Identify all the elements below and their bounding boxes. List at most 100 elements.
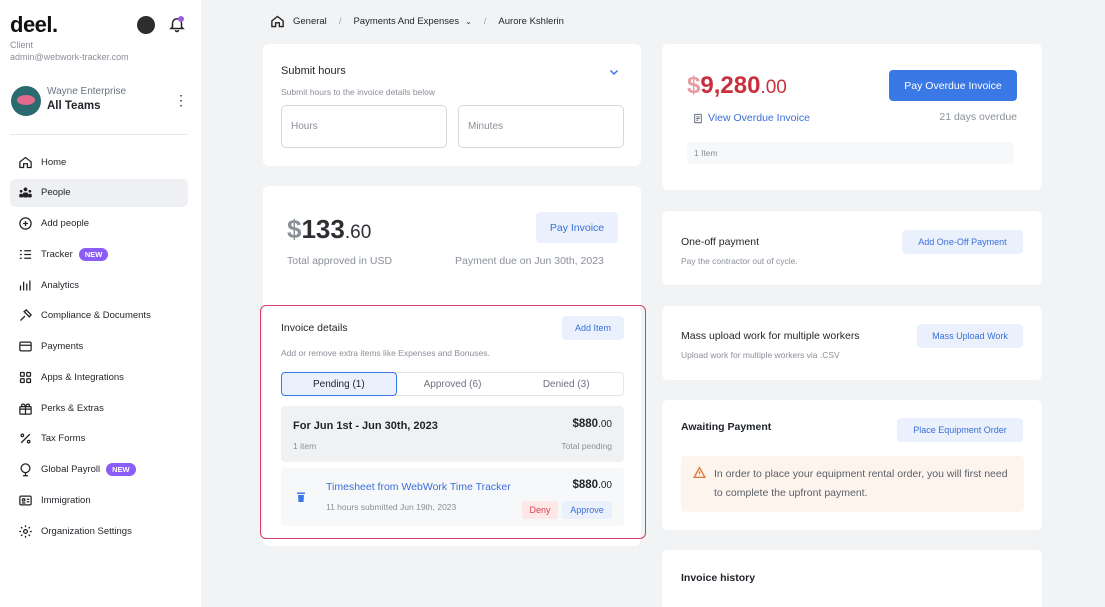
compliance-icon [17, 308, 33, 324]
chevron-down-icon[interactable]: ⌄ [465, 17, 472, 26]
bar-chart-icon [17, 277, 33, 293]
sidebar-item-tracker[interactable]: Tracker NEW [10, 240, 188, 268]
sidebar-item-add-people[interactable]: Add people [10, 210, 188, 238]
overdue-amount-whole: 9,280 [700, 72, 761, 99]
invoice-history-card: Invoice history [662, 550, 1042, 607]
warning-box: In order to place your equipment rental … [681, 456, 1024, 512]
sidebar-item-label: Global Payroll [41, 464, 101, 475]
breadcrumb: General / Payments And Expenses ⌄ / Auro… [270, 13, 564, 29]
place-equipment-order-button[interactable]: Place Equipment Order [897, 418, 1023, 442]
breadcrumb-payments[interactable]: Payments And Expenses [353, 16, 459, 27]
sidebar-item-people[interactable]: People [10, 178, 188, 207]
mass-upload-subtitle: Upload work for multiple workers via .CS… [681, 350, 840, 360]
minutes-input[interactable] [468, 121, 623, 132]
team-company: Wayne Enterprise [47, 86, 127, 97]
invoice-amount-whole: 133 [301, 214, 345, 244]
gift-icon [17, 400, 33, 416]
chevron-down-icon[interactable] [608, 66, 620, 78]
overdue-total: $9,280.00 [687, 72, 787, 100]
sidebar-item-org-settings[interactable]: Organization Settings [10, 517, 188, 545]
team-avatar[interactable] [11, 86, 41, 116]
home-icon[interactable] [270, 14, 285, 29]
one-off-subtitle: Pay the contractor out of cycle. [681, 256, 798, 266]
minutes-input-wrapper [458, 105, 624, 148]
overdue-amount-cents: .00 [760, 77, 787, 98]
payment-due-label: Payment due on Jun 30th, 2023 [455, 255, 604, 267]
home-icon [17, 154, 33, 170]
people-icon [17, 185, 33, 201]
total-approved-label: Total approved in USD [287, 255, 393, 267]
account-email: admin@webwork-tracker.com [10, 52, 129, 62]
one-off-title: One-off payment [681, 236, 760, 248]
breadcrumb-general[interactable]: General [293, 16, 327, 27]
warning-icon [693, 466, 706, 479]
percent-icon [17, 431, 33, 447]
sidebar-item-label: Tax Forms [41, 433, 86, 445]
currency-symbol: $ [287, 214, 302, 244]
sidebar-item-tax-forms[interactable]: Tax Forms [10, 425, 188, 453]
overdue-items-count: 1 Item [694, 148, 718, 158]
sidebar-item-analytics[interactable]: Analytics [10, 271, 188, 299]
new-badge: NEW [78, 247, 109, 261]
deel-logo[interactable]: deel. [10, 12, 58, 38]
hours-input[interactable] [291, 121, 446, 132]
sidebar-item-label: Apps & Integrations [41, 371, 124, 383]
account-role: Client [10, 40, 34, 50]
sidebar-item-label: People [41, 187, 71, 199]
id-card-icon [17, 492, 33, 508]
pay-overdue-button[interactable]: Pay Overdue Invoice [889, 70, 1017, 101]
sidebar-item-label: Compliance & Documents [41, 310, 151, 322]
sidebar-item-payments[interactable]: Payments [10, 333, 188, 361]
pay-invoice-button[interactable]: Pay Invoice [536, 212, 618, 243]
hours-input-wrapper [281, 105, 447, 148]
sidebar-item-apps[interactable]: Apps & Integrations [10, 363, 188, 391]
sidebar-item-label: Tracker [41, 248, 73, 260]
sidebar-nav: Home People Add people Tracker NEW Analy… [10, 148, 188, 548]
view-overdue-link[interactable]: View Overdue Invoice [708, 112, 810, 124]
overdue-card: $9,280.00 View Overdue Invoice 21 days o… [662, 44, 1042, 190]
credit-card-icon [17, 339, 33, 355]
overdue-days: 21 days overdue [939, 111, 1017, 123]
awaiting-title: Awaiting Payment [681, 421, 772, 433]
invoice-history-title: Invoice history [681, 572, 756, 584]
invoice-details-highlight [260, 305, 646, 539]
mass-upload-title: Mass upload work for multiple workers [681, 330, 860, 342]
sidebar: deel. Client admin@webwork-tracker.com W… [0, 0, 201, 607]
sidebar-item-label: Payments [41, 341, 84, 352]
add-circle-icon [17, 216, 33, 232]
breadcrumb-separator: / [483, 15, 487, 27]
add-one-off-button[interactable]: Add One-Off Payment [902, 230, 1023, 254]
invoice-total: $133.60 [287, 214, 371, 245]
breadcrumb-current: Aurore Kshlerin [498, 15, 564, 27]
submit-hours-title: Submit hours [281, 65, 346, 77]
sidebar-item-label: Add people [41, 218, 90, 229]
submit-hours-subtitle: Submit hours to the invoice details belo… [281, 87, 436, 97]
sidebar-item-label: Immigration [41, 494, 91, 506]
team-name[interactable]: All Teams [47, 100, 100, 112]
sidebar-item-immigration[interactable]: Immigration [10, 486, 188, 514]
sidebar-item-label: Perks & Extras [41, 402, 104, 414]
apps-grid-icon [17, 369, 33, 385]
breadcrumb-separator: / [338, 15, 342, 27]
gear-icon [17, 523, 33, 539]
currency-symbol: $ [687, 72, 701, 99]
team-menu-icon[interactable]: ⋮ [174, 93, 188, 107]
sidebar-item-compliance[interactable]: Compliance & Documents [10, 302, 188, 330]
mass-upload-button[interactable]: Mass Upload Work [917, 324, 1023, 348]
tracker-list-icon [17, 246, 33, 262]
document-icon [694, 113, 702, 124]
sidebar-item-label: Home [41, 156, 67, 168]
overdue-items-row: 1 Item [687, 142, 1014, 164]
user-avatar[interactable] [137, 16, 155, 34]
sidebar-item-perks[interactable]: Perks & Extras [10, 394, 188, 422]
warning-text: In order to place your equipment rental … [714, 468, 1008, 499]
sidebar-item-global-payroll[interactable]: Global Payroll NEW [10, 456, 188, 484]
new-badge: NEW [106, 463, 136, 476]
sidebar-divider [10, 134, 187, 135]
invoice-amount-cents: .60 [344, 222, 372, 243]
notification-dot [178, 16, 184, 22]
sidebar-item-home[interactable]: Home [10, 148, 188, 176]
sidebar-item-label: Organization Settings [41, 525, 132, 537]
sidebar-item-label: Analytics [41, 279, 80, 291]
globe-pin-icon [17, 462, 33, 478]
